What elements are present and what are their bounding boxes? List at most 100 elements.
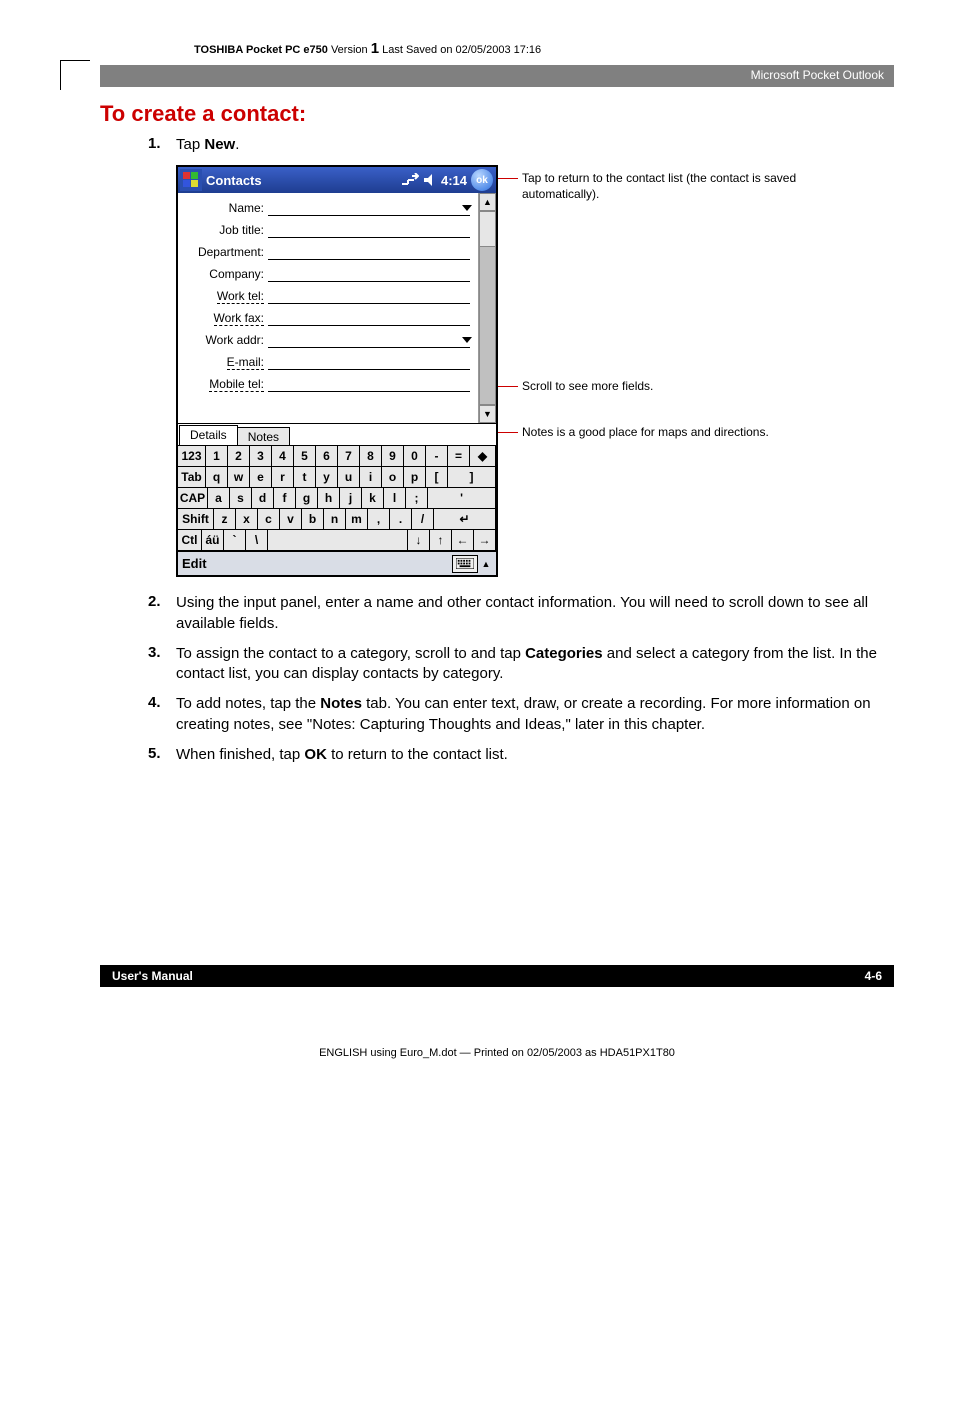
- form-scrollbar[interactable]: ▲ ▼: [478, 193, 496, 423]
- key--[interactable]: -: [426, 446, 448, 467]
- tab-details[interactable]: Details: [179, 425, 238, 445]
- field-mobiletel-row: Mobile tel:: [182, 373, 474, 395]
- key-Ctl[interactable]: Ctl: [178, 530, 202, 551]
- key-a[interactable]: a: [208, 488, 230, 509]
- key-↑[interactable]: ↑: [430, 530, 452, 551]
- scroll-thumb[interactable]: [479, 211, 496, 247]
- key-1[interactable]: 1: [206, 446, 228, 467]
- key-d[interactable]: d: [252, 488, 274, 509]
- edit-menu[interactable]: Edit: [182, 556, 207, 571]
- volume-icon[interactable]: [423, 173, 437, 187]
- connectivity-icon[interactable]: [401, 173, 419, 187]
- key-'[interactable]: ': [428, 488, 496, 509]
- field-worktel-input[interactable]: [268, 289, 470, 304]
- key-7[interactable]: 7: [338, 446, 360, 467]
- key-5[interactable]: 5: [294, 446, 316, 467]
- field-jobtitle-input[interactable]: [268, 223, 470, 238]
- key-l[interactable]: l: [384, 488, 406, 509]
- tab-bar: Details Notes: [178, 423, 496, 445]
- key-j[interactable]: j: [340, 488, 362, 509]
- key-↓[interactable]: ↓: [408, 530, 430, 551]
- title-bar-clock[interactable]: 4:14: [441, 173, 467, 188]
- step-3-num: 3.: [148, 644, 176, 685]
- key-y[interactable]: y: [316, 467, 338, 488]
- key-space[interactable]: [268, 530, 408, 551]
- field-worktel-label[interactable]: Work tel:: [217, 289, 264, 304]
- start-icon[interactable]: [180, 169, 202, 191]
- key-s[interactable]: s: [230, 488, 252, 509]
- key-Tab[interactable]: Tab: [178, 467, 206, 488]
- field-mobiletel-input[interactable]: [268, 377, 470, 392]
- key-n[interactable]: n: [324, 509, 346, 530]
- key-z[interactable]: z: [214, 509, 236, 530]
- key-↵[interactable]: ↵: [434, 509, 496, 530]
- key-=[interactable]: =: [448, 446, 470, 467]
- key-Shift[interactable]: Shift: [178, 509, 214, 530]
- callout-ok: Tap to return to the contact list (the c…: [522, 171, 832, 202]
- dropdown-icon[interactable]: [462, 337, 472, 343]
- key-][interactable]: ]: [448, 467, 496, 488]
- key-c[interactable]: c: [258, 509, 280, 530]
- key-g[interactable]: g: [296, 488, 318, 509]
- title-bar-app-name[interactable]: Contacts: [206, 173, 262, 188]
- field-email-label[interactable]: E-mail:: [227, 355, 264, 370]
- field-email-input[interactable]: [268, 355, 470, 370]
- field-name-input[interactable]: [268, 201, 470, 216]
- key-4[interactable]: 4: [272, 446, 294, 467]
- key-0[interactable]: 0: [404, 446, 426, 467]
- field-workfax-label[interactable]: Work fax:: [214, 311, 264, 326]
- scroll-down-button[interactable]: ▼: [479, 405, 496, 423]
- key-f[interactable]: f: [274, 488, 296, 509]
- key-123[interactable]: 123: [178, 446, 206, 467]
- scroll-up-button[interactable]: ▲: [479, 193, 496, 211]
- key-i[interactable]: i: [360, 467, 382, 488]
- key-r[interactable]: r: [272, 467, 294, 488]
- key-CAP[interactable]: CAP: [178, 488, 208, 509]
- key-2[interactable]: 2: [228, 446, 250, 467]
- field-company-row: Company:: [182, 263, 474, 285]
- key-h[interactable]: h: [318, 488, 340, 509]
- tab-notes[interactable]: Notes: [237, 427, 290, 445]
- key-8[interactable]: 8: [360, 446, 382, 467]
- key-b[interactable]: b: [302, 509, 324, 530]
- key-3[interactable]: 3: [250, 446, 272, 467]
- key-o[interactable]: o: [382, 467, 404, 488]
- step-2-text: Using the input panel, enter a name and …: [176, 593, 894, 634]
- keyboard-toggle-icon[interactable]: [452, 555, 478, 573]
- key-\[interactable]: \: [246, 530, 268, 551]
- key-6[interactable]: 6: [316, 446, 338, 467]
- key-t[interactable]: t: [294, 467, 316, 488]
- field-workaddr-input[interactable]: [268, 333, 470, 348]
- pocketpc-screenshot: Contacts 4:14 ok Name: Job title:: [176, 165, 498, 577]
- key-9[interactable]: 9: [382, 446, 404, 467]
- dropdown-icon[interactable]: [462, 205, 472, 211]
- key-`[interactable]: `: [224, 530, 246, 551]
- key-v[interactable]: v: [280, 509, 302, 530]
- field-company-input[interactable]: [268, 267, 470, 282]
- key-áü[interactable]: áü: [202, 530, 224, 551]
- key-w[interactable]: w: [228, 467, 250, 488]
- key-→[interactable]: →: [474, 530, 496, 551]
- key-k[interactable]: k: [362, 488, 384, 509]
- step-1-text-a: Tap: [176, 136, 204, 153]
- key-x[interactable]: x: [236, 509, 258, 530]
- step-1-text-b: New: [204, 136, 235, 153]
- key-p[interactable]: p: [404, 467, 426, 488]
- field-department-input[interactable]: [268, 245, 470, 260]
- key-u[interactable]: u: [338, 467, 360, 488]
- key-e[interactable]: e: [250, 467, 272, 488]
- key-.[interactable]: .: [390, 509, 412, 530]
- key-;[interactable]: ;: [406, 488, 428, 509]
- key-←[interactable]: ←: [452, 530, 474, 551]
- key-q[interactable]: q: [206, 467, 228, 488]
- field-workfax-input[interactable]: [268, 311, 470, 326]
- field-mobiletel-label[interactable]: Mobile tel:: [209, 377, 264, 392]
- soft-keyboard[interactable]: 1231234567890-=◆Tabqwertyuiop[]CAPasdfgh…: [178, 445, 496, 551]
- sip-up-button[interactable]: ▲: [480, 555, 492, 573]
- ok-button[interactable]: ok: [471, 169, 493, 191]
- key-[[interactable]: [: [426, 467, 448, 488]
- key-m[interactable]: m: [346, 509, 368, 530]
- key-/[interactable]: /: [412, 509, 434, 530]
- key-,[interactable]: ,: [368, 509, 390, 530]
- key-◆[interactable]: ◆: [470, 446, 496, 467]
